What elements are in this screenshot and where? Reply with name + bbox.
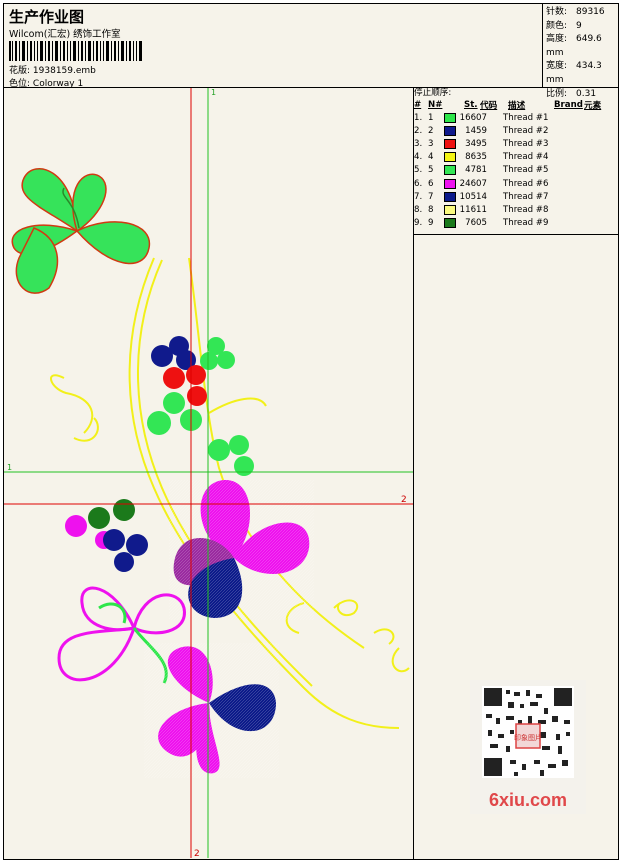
stat-height: 高度: 649.6 mm bbox=[546, 34, 602, 58]
thread-row: 7. 7 10514 Thread #7 bbox=[414, 190, 617, 203]
thread-table-header: # N# St. 代码 描述 Brand 元素 bbox=[414, 99, 602, 111]
thread-row: 4. 4 8635 Thread #4 bbox=[414, 151, 617, 164]
thread-table-divider bbox=[413, 234, 618, 235]
thread-n: 5 bbox=[428, 165, 434, 176]
thread-description: Thread #4 bbox=[503, 152, 549, 163]
thread-color-swatch bbox=[444, 125, 456, 136]
guide-label-red-bottom: 2 bbox=[194, 849, 200, 858]
thread-description: Thread #2 bbox=[503, 125, 549, 136]
stat-stitches: 针数: 89316 bbox=[546, 7, 605, 17]
design-label: 花版: bbox=[9, 66, 31, 76]
thread-stitches: 16607 bbox=[459, 112, 487, 123]
thread-row: 6. 6 24607 Thread #6 bbox=[414, 177, 617, 190]
thread-n: 1 bbox=[428, 112, 434, 123]
thread-color-swatch bbox=[444, 218, 456, 229]
guide-label-green-top: 1 bbox=[211, 88, 216, 97]
thread-row: 1. 1 16607 Thread #1 bbox=[414, 111, 617, 124]
thread-num: 9. bbox=[414, 218, 423, 229]
thread-num: 6. bbox=[414, 178, 423, 189]
thread-stitches: 11611 bbox=[459, 204, 487, 215]
embroidery-preview: 1 1 2 2 bbox=[4, 88, 413, 858]
thread-color-swatch bbox=[444, 165, 456, 176]
qr-code-watermark: 印象图片 6xiu.com bbox=[470, 680, 586, 814]
thread-description: Thread #3 bbox=[503, 138, 549, 149]
thread-stitches: 8635 bbox=[465, 152, 487, 163]
clover-green-large bbox=[11, 168, 151, 294]
thread-n: 9 bbox=[428, 218, 434, 229]
clover-bottom bbox=[144, 643, 279, 778]
thread-n: 6 bbox=[428, 178, 434, 189]
thread-color-swatch bbox=[444, 152, 456, 163]
thread-color-swatch bbox=[444, 191, 456, 202]
thread-description: Thread #7 bbox=[503, 191, 549, 202]
watermark-stamp: 印象图片 bbox=[514, 733, 542, 742]
thread-n: 8 bbox=[428, 204, 434, 215]
thread-num: 3. bbox=[414, 138, 423, 149]
thread-row: 8. 8 11611 Thread #8 bbox=[414, 203, 617, 216]
stat-colors: 颜色: 9 bbox=[546, 20, 582, 31]
thread-num: 1. bbox=[414, 112, 423, 123]
thread-row: 9. 9 7605 Thread #9 bbox=[414, 217, 617, 230]
thread-row: 5. 5 4781 Thread #5 bbox=[414, 164, 617, 177]
studio-name: Wilcom(汇宏) 绣饰工作室 bbox=[9, 29, 121, 40]
thread-description: Thread #5 bbox=[503, 165, 549, 176]
thread-num: 2. bbox=[414, 125, 423, 136]
thread-stitches: 3495 bbox=[465, 138, 487, 149]
thread-num: 8. bbox=[414, 204, 423, 215]
watermark-text: 6xiu.com bbox=[489, 790, 567, 810]
thread-table: 停止顺序: # N# St. 代码 描述 Brand 元素 1. 1 16607 Th… bbox=[414, 86, 617, 230]
stat-width: 宽度: 434.3 mm bbox=[546, 61, 602, 85]
thread-color-swatch bbox=[444, 112, 456, 123]
thread-num: 5. bbox=[414, 165, 423, 176]
design-file-line: 花版: 1938159.emb bbox=[9, 63, 96, 76]
thread-num: 4. bbox=[414, 152, 423, 163]
thread-color-swatch bbox=[444, 178, 456, 189]
thread-n: 4 bbox=[428, 152, 434, 163]
thread-color-swatch bbox=[444, 204, 456, 215]
thread-stitches: 4781 bbox=[465, 165, 487, 176]
stats-divider bbox=[542, 4, 543, 87]
thread-n: 7 bbox=[428, 191, 434, 202]
thread-description: Thread #8 bbox=[503, 204, 549, 215]
thread-description: Thread #9 bbox=[503, 218, 549, 229]
thread-table-heading: 停止顺序: bbox=[414, 88, 452, 98]
thread-rows: 1. 1 16607 Thread #1 2. 2 1459 Thread #2 3. 3 3495… bbox=[414, 111, 617, 230]
thread-n: 3 bbox=[428, 138, 434, 149]
thread-stitches: 1459 bbox=[465, 125, 487, 136]
thread-row: 3. 3 3495 Thread #3 bbox=[414, 137, 617, 150]
thread-row: 2. 2 1459 Thread #2 bbox=[414, 124, 617, 137]
thread-color-swatch bbox=[444, 138, 456, 149]
thread-stitches: 10514 bbox=[459, 191, 487, 202]
guide-label-red-right: 2 bbox=[401, 495, 407, 505]
thread-stitches: 24607 bbox=[459, 178, 487, 189]
thread-description: Thread #6 bbox=[503, 178, 549, 189]
thread-description: Thread #1 bbox=[503, 112, 549, 123]
guide-label-green-left: 1 bbox=[7, 463, 12, 472]
design-file: 1938159.emb bbox=[32, 66, 96, 76]
thread-stitches: 7605 bbox=[465, 218, 487, 229]
page-title: 生产作业图 bbox=[9, 8, 85, 26]
barcode bbox=[9, 41, 142, 61]
thread-n: 2 bbox=[428, 125, 434, 136]
thread-num: 7. bbox=[414, 191, 423, 202]
